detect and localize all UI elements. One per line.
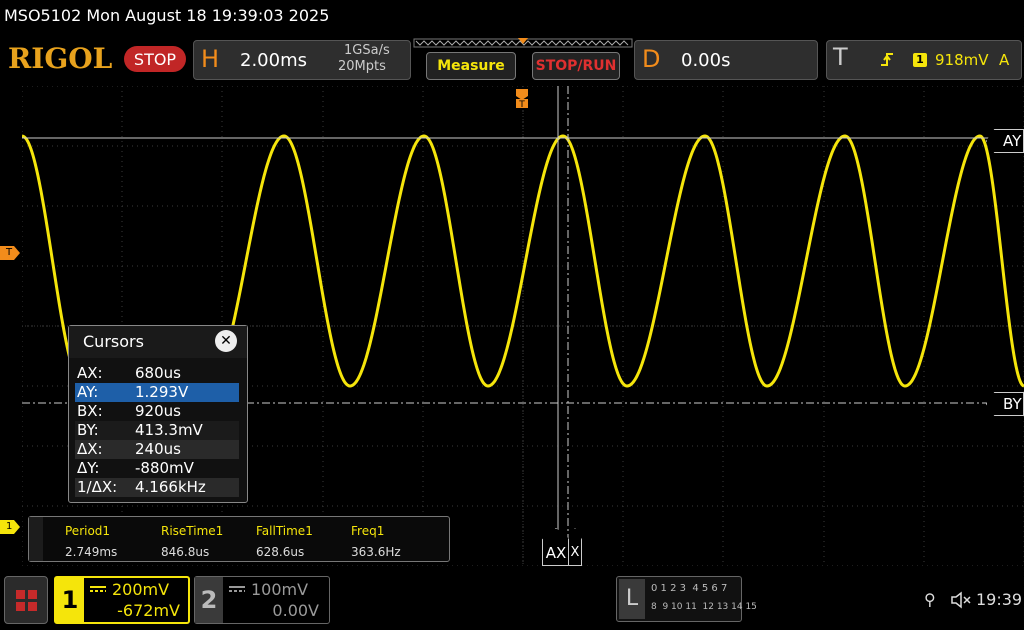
cursor-row-key: AY: — [77, 383, 99, 401]
channel-2-box[interactable]: 2 100mV 0.00V — [194, 576, 330, 624]
measurement-bar-handle — [29, 517, 43, 561]
measurement-label: Freq1 — [351, 524, 385, 538]
measurement-bar[interactable]: Period1 2.749ms RiseTime1 846.8us FallTi… — [28, 516, 450, 562]
trigger-source: 1 — [913, 53, 927, 67]
channel-1-number: 1 — [56, 578, 84, 622]
delay-tag: D — [642, 45, 661, 73]
cursor-row: AX: 680us — [75, 364, 239, 383]
dc-coupling-icon — [90, 586, 106, 592]
horizontal-panel[interactable]: H 2.00ms 1GSa/s 20Mpts — [193, 40, 411, 80]
cursor-row-value: 1.293V — [135, 383, 189, 401]
stop-run-button[interactable]: STOP/RUN — [532, 52, 620, 80]
cursor-row-key: BX: — [77, 402, 103, 420]
sample-rate: 1GSa/s — [344, 43, 390, 58]
horizontal-tag: H — [201, 45, 220, 73]
brand-logo: RIGOL — [8, 42, 113, 75]
memory-depth: 20Mpts — [338, 59, 386, 74]
logic-channels-row-2: 8 9 10 11 12 13 14 15 — [651, 602, 757, 612]
cursor-row-key: 1/ΔX: — [77, 478, 118, 496]
measure-button[interactable]: Measure — [426, 52, 516, 80]
clock: 19:39 — [976, 590, 1023, 609]
trigger-level-marker[interactable]: T — [0, 246, 20, 260]
usb-icon: ⚲ — [924, 590, 936, 609]
menu-grid-icon — [16, 590, 37, 611]
trigger-panel[interactable]: T 1 918mV A — [826, 40, 1022, 80]
channel-1-scale: 200mV — [112, 580, 170, 599]
measurement-value: 363.6Hz — [351, 545, 401, 559]
cursor-row-key: BY: — [77, 421, 99, 439]
measurement-label: Period1 — [65, 524, 111, 538]
cursor-row-selected[interactable]: AY: 1.293V — [75, 383, 239, 402]
measurement-label: FallTime1 — [256, 524, 313, 538]
main-menu-button[interactable] — [4, 576, 48, 624]
channel-2-offset: 0.00V — [272, 601, 319, 620]
channel-1-offset: -672mV — [117, 601, 180, 620]
rising-edge-icon — [881, 53, 893, 66]
cursor-row: 1/ΔX: 4.166kHz — [75, 478, 239, 497]
trigger-tag: T — [833, 43, 848, 71]
trigger-position-marker[interactable]: T — [515, 88, 529, 110]
dc-coupling-icon — [229, 586, 245, 592]
measurement-value: 2.749ms — [65, 545, 118, 559]
speaker-muted-icon[interactable] — [950, 590, 972, 610]
cursor-row-value: 680us — [135, 364, 181, 382]
measurement-value: 846.8us — [161, 545, 210, 559]
cursor-row-value: 4.166kHz — [135, 478, 206, 496]
cursors-panel-title: Cursors — [83, 332, 144, 351]
channel-1-box[interactable]: 1 200mV -672mV — [54, 576, 190, 624]
close-icon[interactable]: ✕ — [215, 330, 237, 352]
cursor-row-key: ΔX: — [77, 440, 103, 458]
delay-value: 0.00s — [681, 50, 731, 71]
cursor-row-value: 413.3mV — [135, 421, 203, 439]
cursor-row: BY: 413.3mV — [75, 421, 239, 440]
trigger-level: 918mV — [935, 51, 989, 69]
logic-channels-box[interactable]: L 0 1 2 3 4 5 6 7 8 9 10 11 12 13 14 15 — [616, 576, 757, 622]
cursor-row-value: 240us — [135, 440, 181, 458]
device-info: MSO5102 Mon August 18 19:39:03 2025 — [4, 6, 330, 25]
title-bar: MSO5102 Mon August 18 19:39:03 2025 — [0, 0, 1024, 34]
svg-text:T: T — [518, 100, 525, 110]
cursor-row-key: ΔY: — [77, 459, 100, 477]
trigger-mode: A — [999, 51, 1010, 69]
cursor-row: ΔY: -880mV — [75, 459, 239, 478]
cursor-row: BX: 920us — [75, 402, 239, 421]
channel-1-ground-marker[interactable]: 1 — [0, 520, 20, 534]
channel-2-scale: 100mV — [251, 580, 309, 599]
logic-tag: L — [619, 579, 645, 619]
logic-channels-row-1: 0 1 2 3 4 5 6 7 — [651, 583, 728, 594]
cursor-row-value: 920us — [135, 402, 181, 420]
measurement-label: RiseTime1 — [161, 524, 224, 538]
measurement-value: 628.6us — [256, 545, 305, 559]
memory-position-bar — [413, 38, 633, 48]
timebase-value: 2.00ms — [240, 50, 307, 71]
cursor-row-key: AX: — [77, 364, 103, 382]
cursor-row-value: -880mV — [135, 459, 194, 477]
cursor-row: ΔX: 240us — [75, 440, 239, 459]
channel-2-number: 2 — [195, 577, 223, 623]
delay-panel[interactable]: D 0.00s — [634, 40, 818, 80]
run-state-badge[interactable]: STOP — [124, 46, 186, 72]
cursors-panel[interactable]: Cursors ✕ AX: 680us AY: 1.293V BX: 920us BY… — [68, 325, 248, 503]
